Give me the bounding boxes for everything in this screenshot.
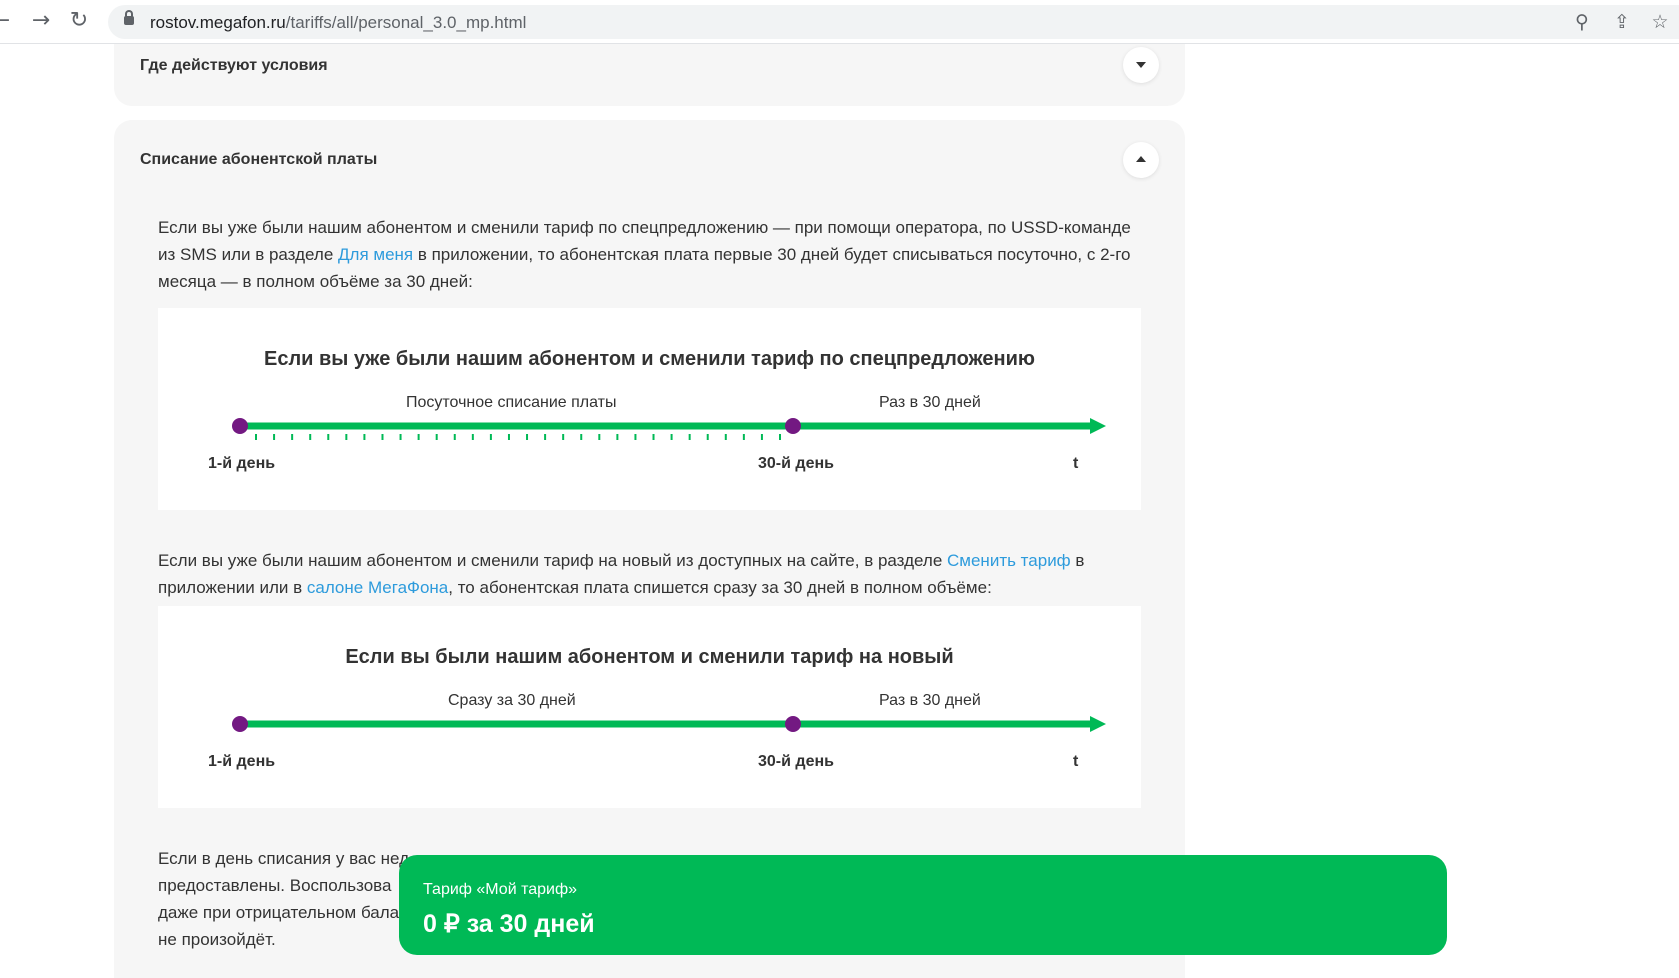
accordion-fee-charging: Списание абонентской платы Если вы уже б…: [114, 120, 1185, 978]
browser-toolbar: ← → ↻ rostov.megafon.ru/tariffs/all/pers…: [0, 0, 1679, 44]
tariff-price: 0 ₽ за 30 дней: [423, 910, 595, 938]
chevron-down-icon: [1136, 62, 1146, 68]
timeline-start-dot: [232, 716, 248, 732]
timeline-arrowhead: [1090, 716, 1106, 732]
axis-label-t: t: [1073, 455, 1079, 472]
accordion-title[interactable]: Списание абонентской платы: [140, 151, 377, 169]
back-arrow-icon[interactable]: ←: [0, 6, 16, 36]
zoom-icon[interactable]: ⚲: [1568, 8, 1596, 36]
chevron-up-icon: [1136, 156, 1146, 162]
accordion-where-conditions[interactable]: Где действуют условия: [114, 44, 1185, 106]
tariff-name: Тариф «Мой тариф»: [423, 881, 578, 898]
timeline: [232, 716, 1106, 732]
lock-icon[interactable]: [124, 10, 134, 25]
collapse-button[interactable]: [1123, 142, 1159, 178]
diagram-special-offer: Если вы уже были нашим абонентом и смени…: [158, 308, 1141, 510]
day-label-mid: 30-й день: [758, 753, 834, 770]
day-label-mid: 30-й день: [758, 455, 834, 472]
timeline-mid-dot: [785, 418, 801, 434]
timeline: [232, 418, 1106, 440]
timeline-start-dot: [232, 418, 248, 434]
sticky-tariff-banner[interactable]: Тариф «Мой тариф» 0 ₽ за 30 дней: [399, 855, 1447, 955]
url-text: rostov.megafon.ru/tariffs/all/personal_3…: [150, 13, 526, 33]
url-host: rostov.megafon.ru: [150, 13, 286, 32]
day-label-start: 1-й день: [208, 455, 276, 472]
url-path: /tariffs/all/personal_3.0_mp.html: [285, 13, 527, 32]
middle-paragraph: Если вы уже были нашим абонентом и смени…: [158, 547, 1138, 601]
accordion-title[interactable]: Где действуют условия: [140, 57, 328, 75]
forward-arrow-icon[interactable]: →: [26, 6, 56, 36]
day-label-start: 1-й день: [208, 753, 276, 770]
megafon-salon-link[interactable]: салоне МегаФона: [307, 578, 448, 597]
timeline-mid-dot: [785, 716, 801, 732]
reload-icon[interactable]: ↻: [64, 6, 94, 36]
daily-ticks: [255, 434, 781, 440]
diagram-new-tariff: Если вы были нашим абонентом и сменили т…: [158, 606, 1141, 808]
intro-paragraph: Если вы уже были нашим абонентом и смени…: [158, 214, 1138, 295]
change-tariff-link[interactable]: Сменить тариф: [947, 551, 1071, 570]
bookmark-star-icon[interactable]: ☆: [1646, 8, 1674, 36]
for-me-link[interactable]: Для меня: [338, 245, 413, 264]
axis-label-t: t: [1073, 753, 1079, 770]
share-icon[interactable]: ⇪: [1608, 8, 1636, 36]
address-bar[interactable]: rostov.megafon.ru/tariffs/all/personal_3…: [108, 5, 1679, 39]
expand-button[interactable]: [1123, 47, 1159, 83]
middle-text-1: Если вы уже были нашим абонентом и смени…: [158, 551, 948, 570]
middle-text-3: , то абонентская плата спишется сразу за…: [448, 578, 992, 597]
timeline-arrowhead: [1090, 418, 1106, 434]
